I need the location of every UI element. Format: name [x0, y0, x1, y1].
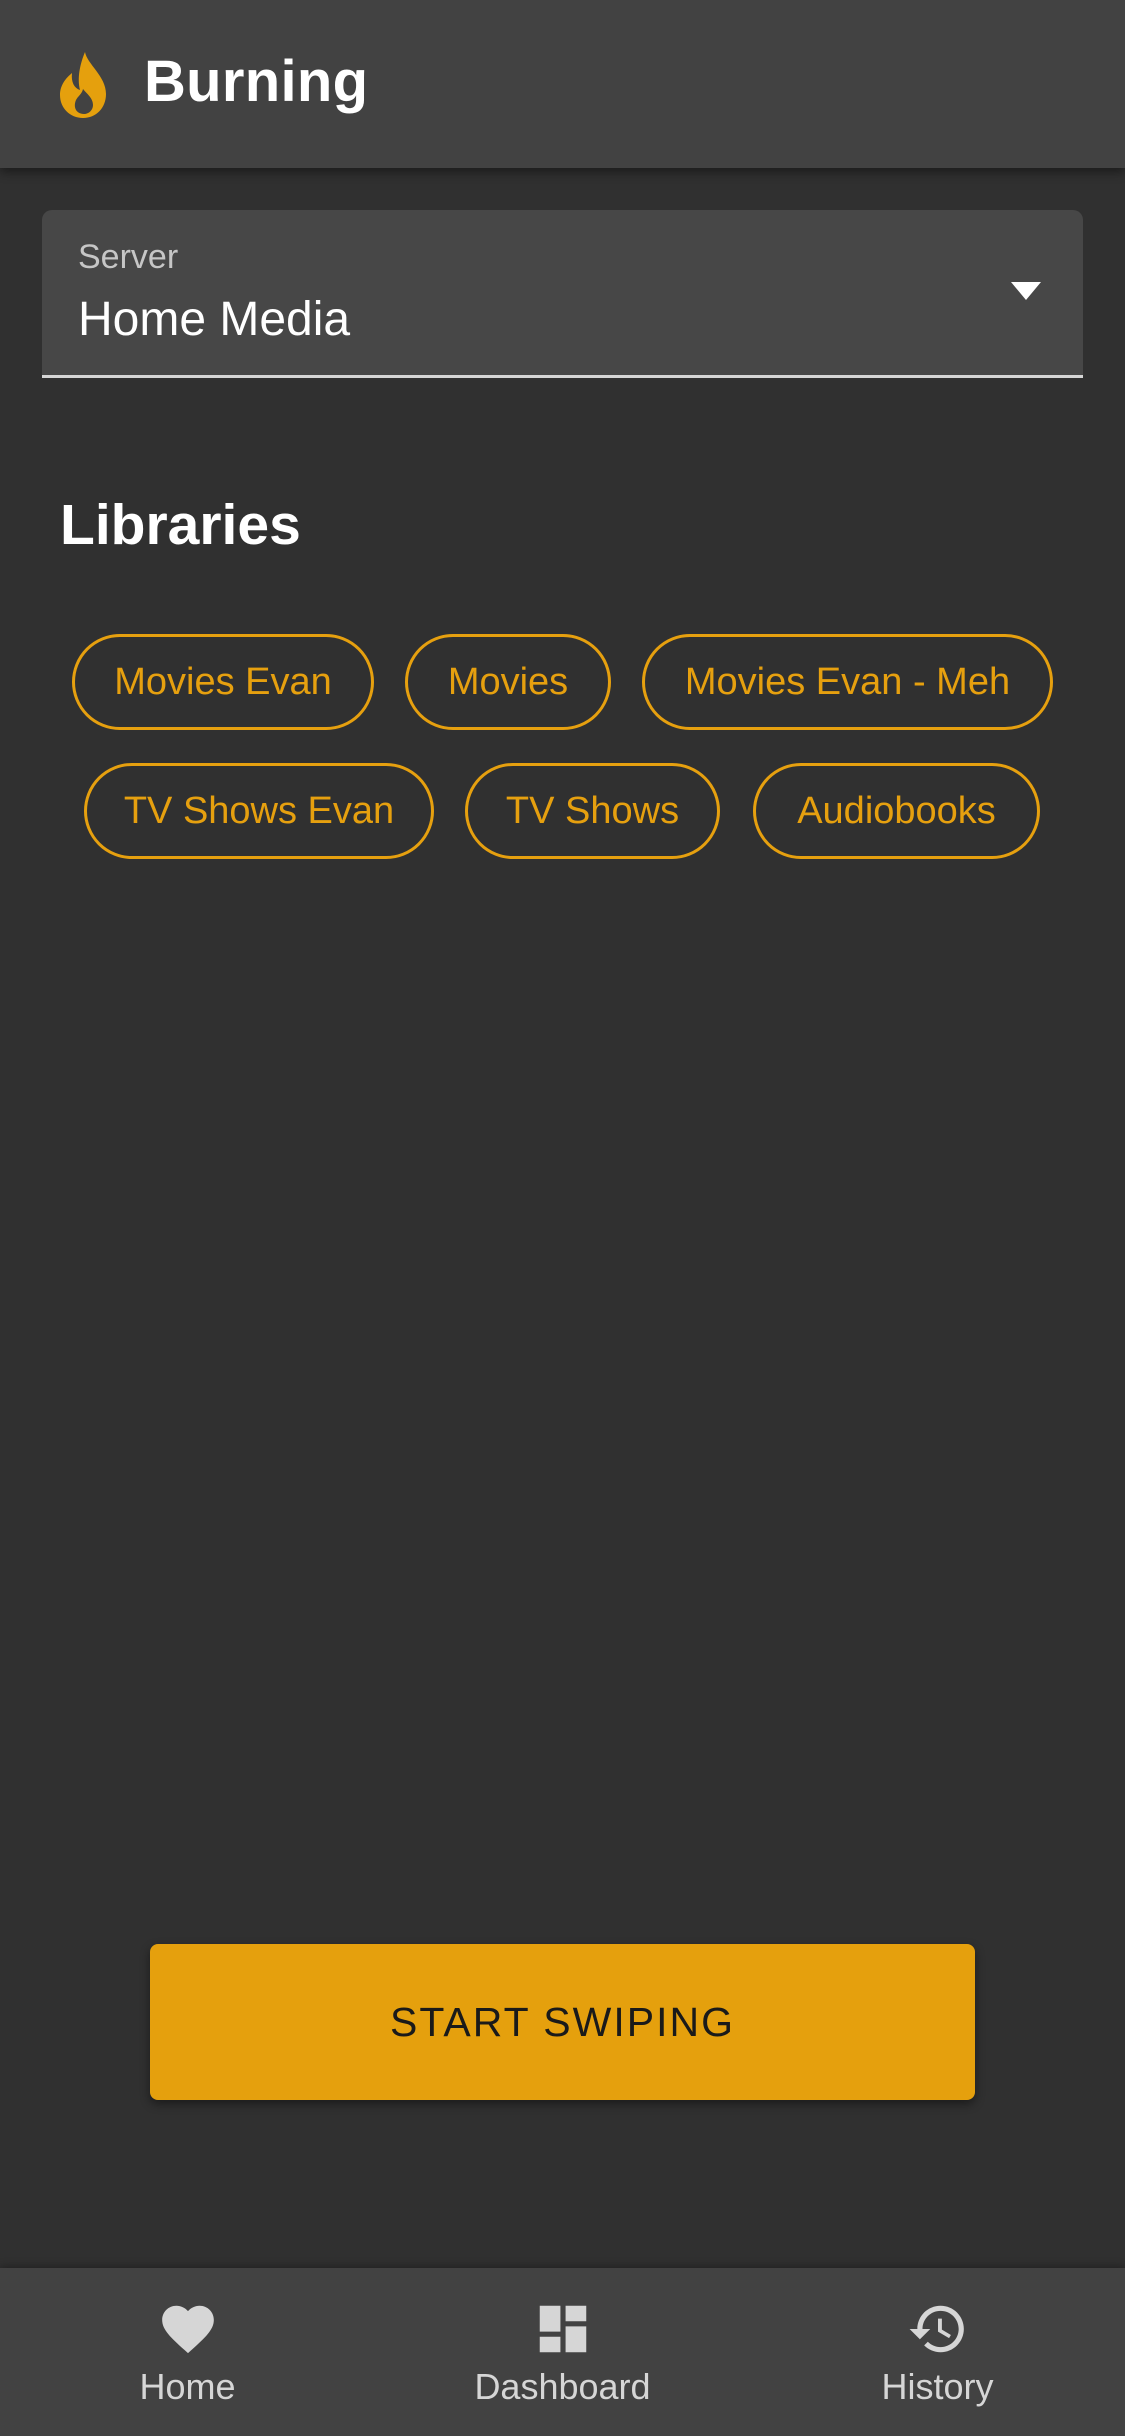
heart-icon	[161, 2305, 214, 2354]
app-bar: Burning	[0, 0, 1125, 168]
library-chip-tv-shows-evan[interactable]: TV Shows Evan	[84, 763, 434, 859]
dashboard-icon	[539, 2305, 586, 2353]
app-root: Burning Server Home Media Libraries Movi…	[0, 0, 1125, 2436]
library-chip-movies-evan-meh[interactable]: Movies Evan - Meh	[642, 634, 1053, 730]
app-title: Burning	[144, 49, 369, 114]
server-select[interactable]: Server Home Media	[42, 210, 1083, 378]
history-icon	[909, 2305, 964, 2353]
dropdown-arrow-icon	[1011, 282, 1041, 300]
library-chip-audiobooks[interactable]: Audiobooks	[753, 763, 1040, 859]
libraries-heading: Libraries	[60, 493, 301, 557]
nav-item-dashboard[interactable]: Dashboard	[375, 2268, 750, 2436]
flame-icon	[60, 52, 106, 118]
server-label: Server	[78, 238, 179, 276]
nav-label-home: Home	[139, 2366, 236, 2407]
library-chip-movies-evan[interactable]: Movies Evan	[72, 634, 374, 730]
library-chip-movies[interactable]: Movies	[405, 634, 611, 730]
nav-item-history[interactable]: History	[750, 2268, 1125, 2436]
nav-label-dashboard: Dashboard	[474, 2366, 651, 2407]
bottom-navigation: Home Dashboard History	[0, 2268, 1125, 2436]
nav-label-history: History	[881, 2366, 994, 2407]
start-swiping-button[interactable]: START SWIPING	[150, 1944, 975, 2100]
server-value: Home Media	[78, 293, 351, 346]
library-chip-tv-shows[interactable]: TV Shows	[465, 763, 720, 859]
nav-item-home[interactable]: Home	[0, 2268, 375, 2436]
